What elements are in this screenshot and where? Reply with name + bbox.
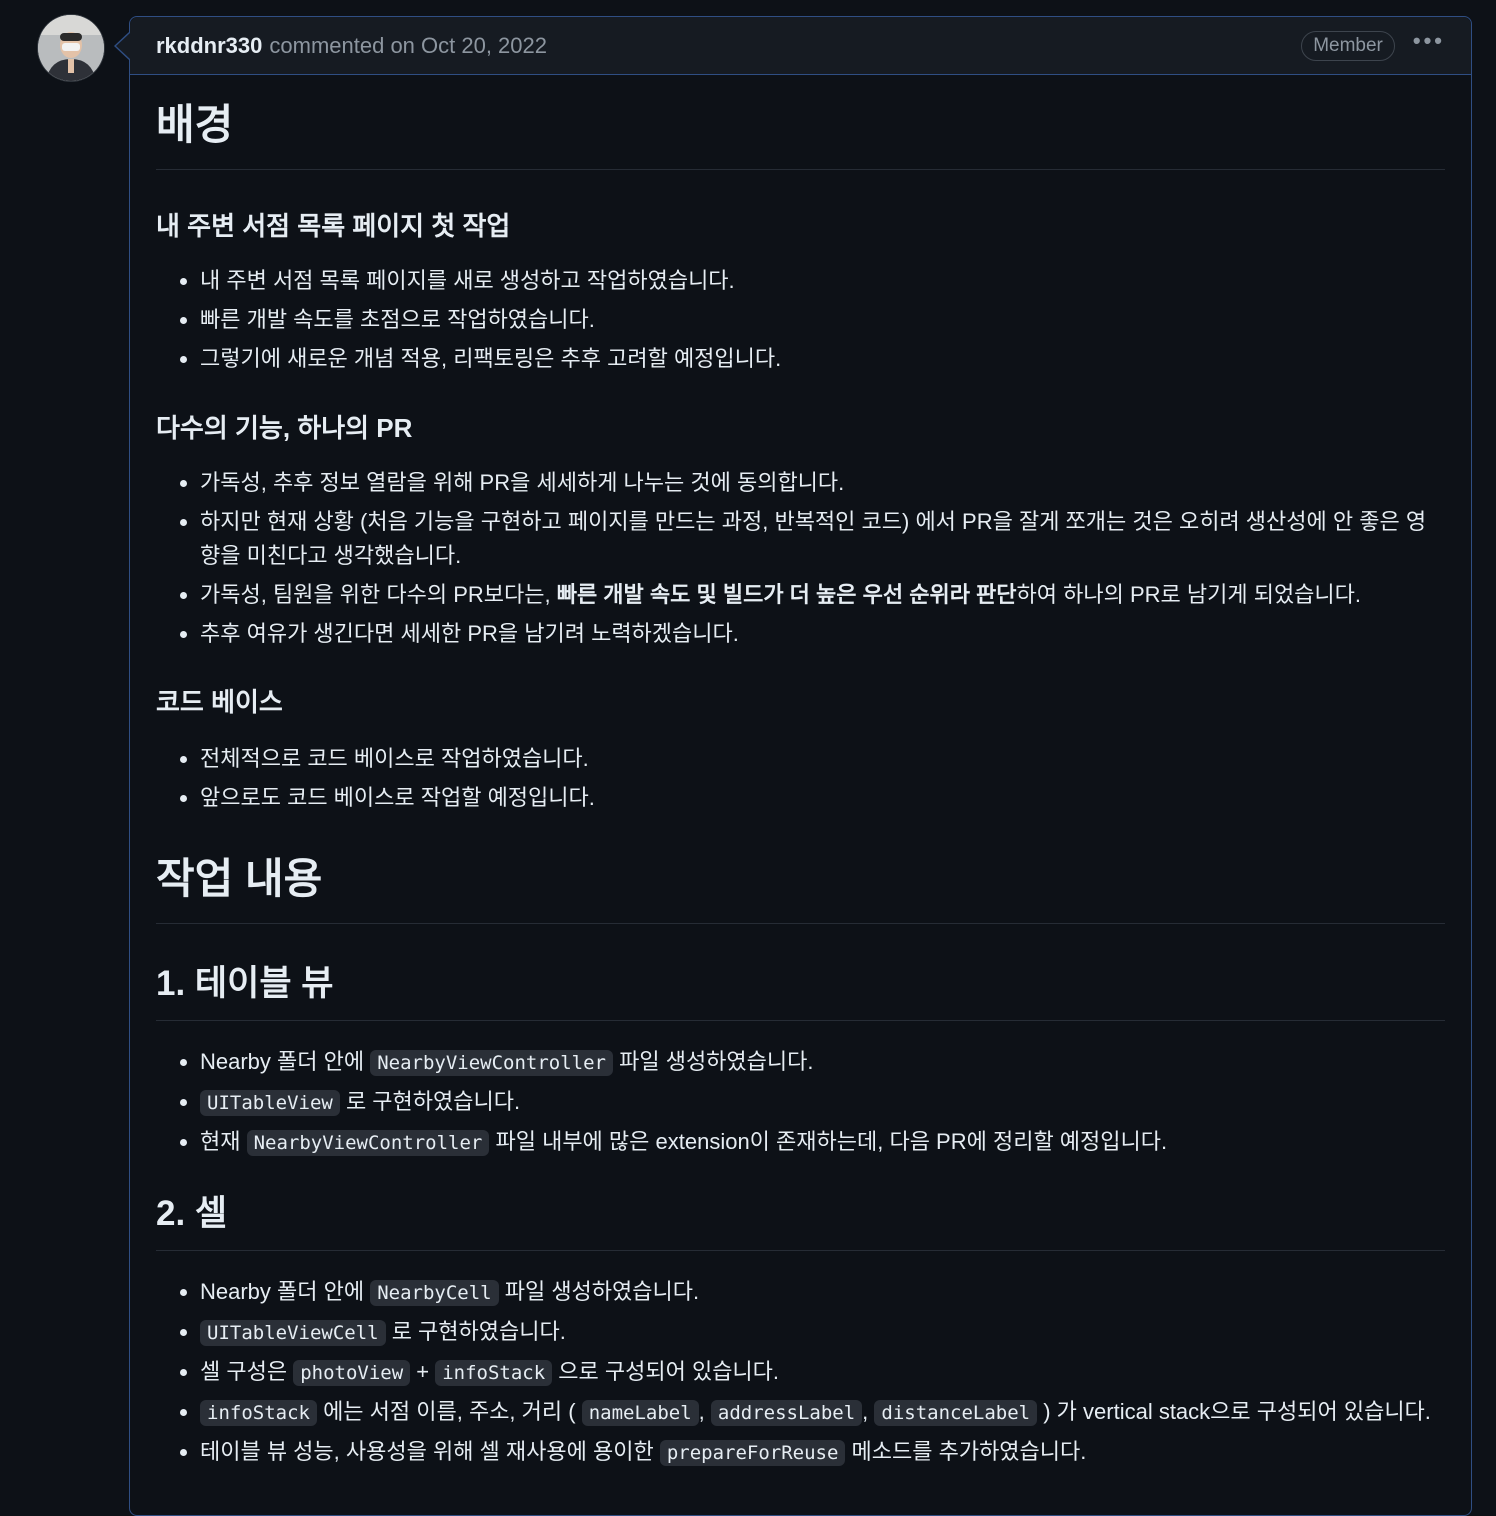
pr-item3-bold: 빠른 개발 속도 및 빌드가 더 높은 우선 순위라 판단 <box>556 582 1017 607</box>
list-item: infoStack 에는 서점 이름, 주소, 거리 ( nameLabel, … <box>200 1395 1445 1430</box>
heading-page-work: 내 주변 서점 목록 페이지 첫 작업 <box>156 211 511 241</box>
heading-codebase: 코드 베이스 <box>156 687 283 717</box>
heading-cell: 2. 셀 <box>156 1190 1445 1251</box>
text: 으로 구성되어 있습니다. <box>552 1359 780 1384</box>
member-badge: Member <box>1301 30 1395 61</box>
list-item: 현재 NearbyViewController 파일 내부에 많은 extens… <box>200 1125 1445 1160</box>
list-item: Nearby 폴더 안에 NearbyCell 파일 생성하였습니다. <box>200 1275 1445 1310</box>
text: 에는 서점 이름, 주소, 거리 ( <box>316 1399 582 1424</box>
list-item: UITableViewCell 로 구현하였습니다. <box>200 1315 1445 1350</box>
author-avatar[interactable] <box>38 15 104 81</box>
comment-header: rkddnr330 commented on Oct 20, 2022 Memb… <box>130 17 1471 75</box>
cell-list: Nearby 폴더 안에 NearbyCell 파일 생성하였습니다. UITa… <box>156 1275 1445 1470</box>
pr-item3-before: 가독성, 팀원을 위한 다수의 PR보다는, <box>200 582 557 607</box>
codebase-list: 전체적으로 코드 베이스로 작업하였습니다. 앞으로도 코드 베이스로 작업할 … <box>156 742 1445 815</box>
list-item: 빠른 개발 속도를 초점으로 작업하였습니다. <box>200 303 1445 337</box>
text: , <box>698 1399 711 1424</box>
pr-list: 가독성, 추후 정보 열람을 위해 PR을 세세하게 나누는 것에 동의합니다.… <box>156 466 1445 651</box>
code-span: addressLabel <box>710 1400 863 1426</box>
comment-box: rkddnr330 commented on Oct 20, 2022 Memb… <box>129 16 1472 1516</box>
code-span: infoStack <box>435 1360 553 1386</box>
list-item: 하지만 현재 상황 (처음 기능을 구현하고 페이지를 만드는 과정, 반복적인… <box>200 505 1445 573</box>
text: , <box>862 1399 875 1424</box>
text: 파일 내부에 많은 extension이 존재하는데, 다음 PR에 정리할 예… <box>489 1129 1168 1154</box>
text: 메소드를 추가하였습니다. <box>845 1439 1087 1464</box>
table-view-list: Nearby 폴더 안에 NearbyViewController 파일 생성하… <box>156 1045 1445 1160</box>
text: + <box>410 1359 436 1384</box>
text: 셀 구성은 <box>200 1359 294 1384</box>
code-span: infoStack <box>200 1400 317 1426</box>
heading-table-view: 1. 테이블 뷰 <box>156 960 1445 1021</box>
heading-pr: 다수의 기능, 하나의 PR <box>156 413 413 443</box>
text: 파일 생성하였습니다. <box>498 1279 700 1304</box>
comment-pointer-fill <box>116 33 130 59</box>
list-item: 그렇기에 새로운 개념 적용, 리팩토링은 추후 고려할 예정입니다. <box>200 342 1445 376</box>
code-span: NearbyViewController <box>246 1130 490 1156</box>
list-item: 앞으로도 코드 베이스로 작업할 예정입니다. <box>200 781 1445 815</box>
code-span: UITableViewCell <box>200 1320 386 1346</box>
code-span: distanceLabel <box>874 1400 1038 1426</box>
list-item: 내 주변 서점 목록 페이지를 새로 생성하고 작업하였습니다. <box>200 264 1445 298</box>
text: 로 구현하였습니다. <box>385 1319 566 1344</box>
comment-body: 배경 내 주변 서점 목록 페이지 첫 작업 내 주변 서점 목록 페이지를 새… <box>130 75 1471 1470</box>
comment-timestamp[interactable]: commented on Oct 20, 2022 <box>269 33 547 59</box>
code-span: prepareForReuse <box>659 1440 846 1466</box>
code-span: nameLabel <box>581 1400 699 1426</box>
kebab-horizontal-icon[interactable]: ••• <box>1413 29 1445 56</box>
list-item: Nearby 폴더 안에 NearbyViewController 파일 생성하… <box>200 1045 1445 1080</box>
heading-work: 작업 내용 <box>156 851 1445 924</box>
text: 현재 <box>200 1129 247 1154</box>
author-link[interactable]: rkddnr330 <box>156 33 262 59</box>
list-item: 가독성, 추후 정보 열람을 위해 PR을 세세하게 나누는 것에 동의합니다. <box>200 466 1445 500</box>
list-item: UITableView 로 구현하였습니다. <box>200 1085 1445 1120</box>
text: 테이블 뷰 성능, 사용성을 위해 셀 재사용에 용이한 <box>200 1439 660 1464</box>
code-span: UITableView <box>200 1090 340 1116</box>
avatar-photo-icon <box>38 15 104 81</box>
text: ) 가 vertical stack으로 구성되어 있습니다. <box>1037 1399 1431 1424</box>
text: 파일 생성하였습니다. <box>613 1049 814 1074</box>
text: Nearby 폴더 안에 <box>200 1279 371 1304</box>
list-item: 가독성, 팀원을 위한 다수의 PR보다는, 빠른 개발 속도 및 빌드가 더 … <box>200 578 1445 612</box>
code-span: NearbyViewController <box>370 1050 613 1076</box>
text: Nearby 폴더 안에 <box>200 1049 371 1074</box>
code-span: NearbyCell <box>370 1280 499 1306</box>
page-work-list: 내 주변 서점 목록 페이지를 새로 생성하고 작업하였습니다. 빠른 개발 속… <box>156 264 1445 376</box>
pr-item3-after: 하여 하나의 PR로 남기게 되었습니다. <box>1016 582 1362 607</box>
list-item: 전체적으로 코드 베이스로 작업하였습니다. <box>200 742 1445 776</box>
list-item: 셀 구성은 photoView + infoStack 으로 구성되어 있습니다… <box>200 1355 1445 1390</box>
list-item: 추후 여유가 생긴다면 세세한 PR을 남기려 노력하겠습니다. <box>200 617 1445 651</box>
code-span: photoView <box>293 1360 411 1386</box>
text: 로 구현하였습니다. <box>339 1089 521 1114</box>
heading-background: 배경 <box>156 97 1445 170</box>
list-item: 테이블 뷰 성능, 사용성을 위해 셀 재사용에 용이한 prepareForR… <box>200 1435 1445 1470</box>
